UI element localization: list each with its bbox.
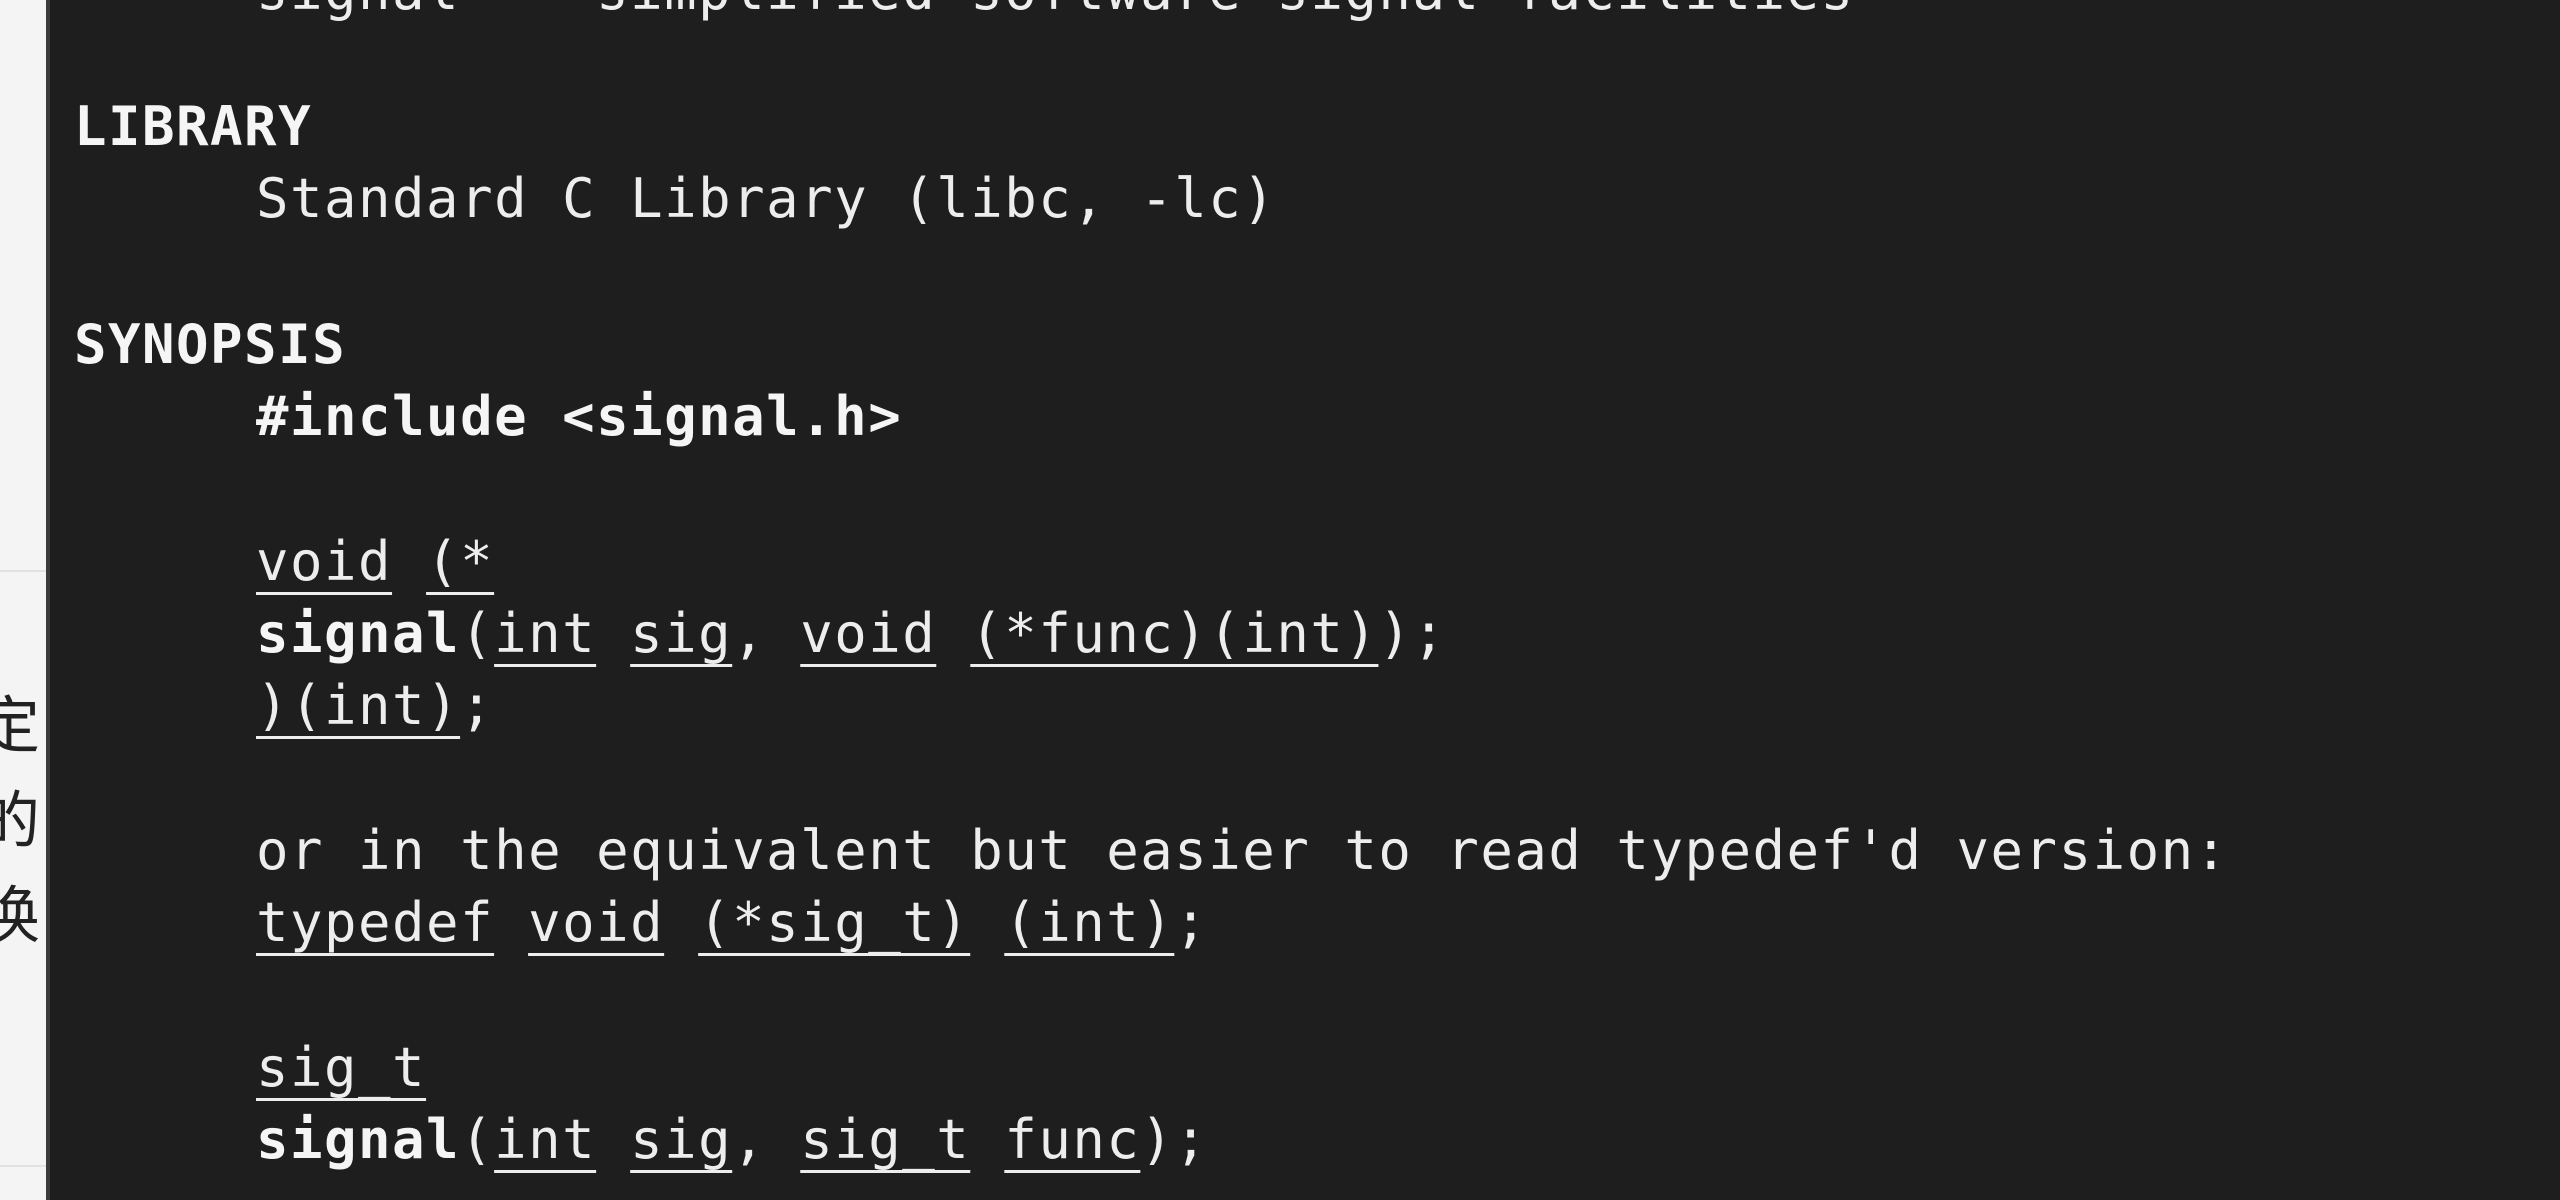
background-divider [0, 570, 50, 572]
library-text: Standard C Library (libc, -lc) [256, 167, 1277, 230]
type-int: int [494, 1108, 597, 1171]
type-void: void [256, 530, 393, 593]
param-sig: sig [630, 1108, 733, 1171]
signal-proto2-signature-line: signal(int sig, sig_t func); [256, 1113, 1208, 1167]
background-text-char: 定 [0, 689, 41, 762]
section-heading-synopsis: SYNOPSIS [74, 313, 347, 376]
background-text-char: 换 [0, 879, 41, 952]
comma: , [732, 1108, 801, 1171]
screen: 定 的 换 signal -- simplified software sign… [0, 0, 2560, 1200]
paren-close: ); [1378, 602, 1447, 665]
man-page-content[interactable]: signal -- simplified software signal fac… [50, 0, 2560, 1200]
type-void: void [528, 891, 665, 954]
comma: , [732, 602, 801, 665]
include-directive: #include <signal.h> [256, 385, 903, 448]
typedef-note: or in the equivalent but easier to read … [256, 819, 2229, 882]
type-int: int [494, 602, 597, 665]
name-line-cutoff: signal -- simplified software signal fac… [256, 0, 1855, 18]
signal-proto2-return-line: sig_t [256, 1041, 426, 1095]
section-heading-library: LIBRARY [74, 95, 313, 158]
param-func: func [1004, 1108, 1141, 1171]
typedef-line: typedef void (*sig_t) (int); [256, 896, 1208, 950]
paren-open: ( [460, 1108, 495, 1171]
background-divider [0, 1165, 50, 1167]
paren-open: ( [460, 602, 495, 665]
type-void: void [800, 602, 937, 665]
function-name-signal: signal [256, 602, 461, 665]
param-sig: sig [630, 602, 733, 665]
type-sig-t: sig_t [800, 1108, 971, 1171]
typedef-name: (*sig_t) [698, 891, 971, 954]
terminal-window[interactable]: signal -- simplified software signal fac… [46, 0, 2560, 1200]
function-name-signal: signal [256, 1108, 461, 1171]
signal-proto-signature-line: signal(int sig, void (*func)(int)); [256, 607, 1446, 661]
param-func: (*func)(int) [970, 602, 1379, 665]
paren-close: ); [1140, 1108, 1209, 1171]
semicolon: ; [1174, 891, 1209, 954]
semicolon: ; [460, 674, 495, 737]
background-document: 定 的 换 [0, 0, 50, 1200]
pointer-open: (* [426, 530, 495, 593]
return-args: )(int) [256, 674, 461, 737]
keyword-typedef: typedef [256, 891, 495, 954]
signal-proto-return-line: void (* [256, 535, 494, 589]
background-text-char: 的 [0, 784, 41, 857]
type-sig-t: sig_t [256, 1036, 427, 1099]
typedef-args: (int) [1004, 891, 1175, 954]
signal-proto-return-close-line: )(int); [256, 679, 494, 733]
